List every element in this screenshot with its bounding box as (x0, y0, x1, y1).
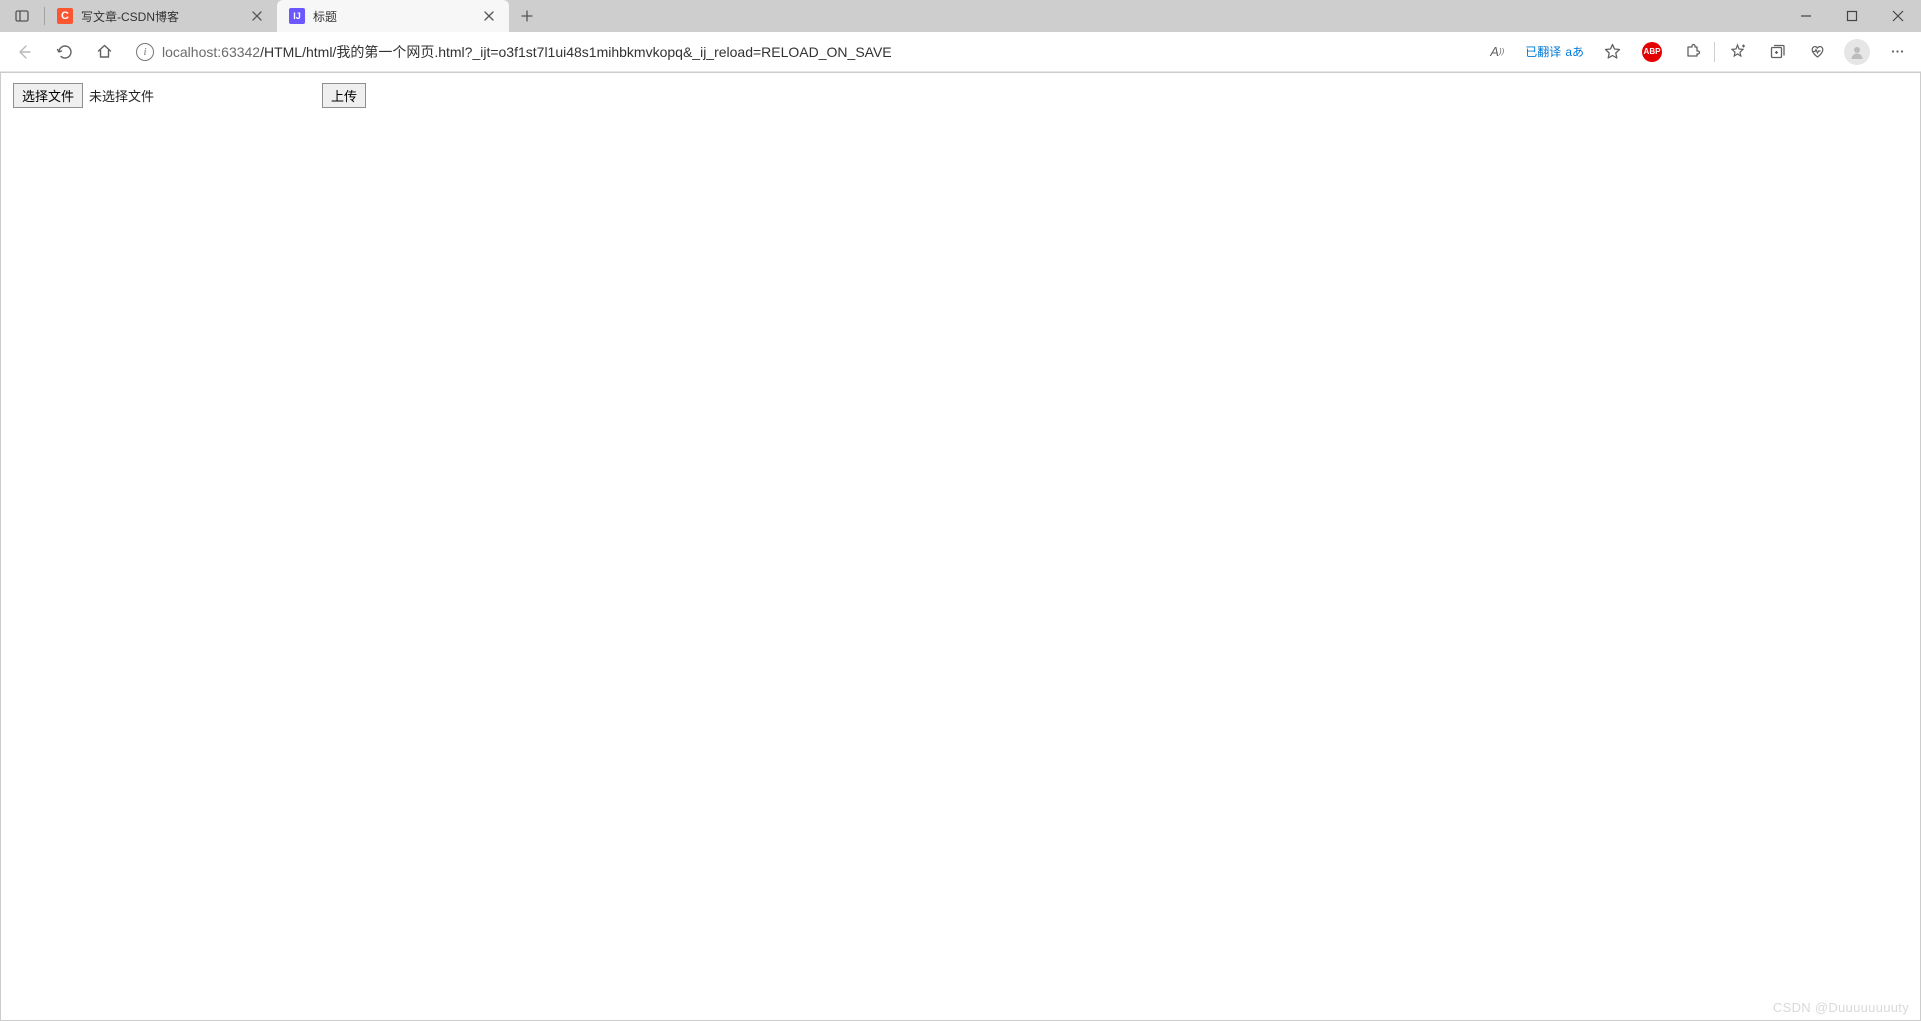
page-viewport: 选择文件 未选择文件 上传 (0, 72, 1921, 1021)
toolbar-right: A)) 已翻译 aあ ABP (1479, 36, 1915, 68)
star-plus-icon (1729, 43, 1746, 60)
more-button[interactable] (1879, 36, 1915, 68)
site-info-icon[interactable]: i (136, 43, 154, 61)
translate-badge[interactable]: 已翻译 aあ (1519, 43, 1590, 60)
tab-actions-icon (14, 8, 30, 24)
minimize-icon (1800, 10, 1812, 22)
tab-title: 写文章-CSDN博客 (81, 8, 179, 25)
home-button[interactable] (86, 36, 122, 68)
browser-titlebar: C 写文章-CSDN博客 IJ 标题 (0, 0, 1921, 32)
more-icon (1889, 43, 1906, 60)
tab-close-button[interactable] (249, 8, 265, 24)
url-port: :63342 (217, 44, 260, 60)
profile-button[interactable] (1839, 36, 1875, 68)
window-minimize-button[interactable] (1783, 0, 1829, 32)
refresh-button[interactable] (46, 36, 82, 68)
url-path: /HTML/html/我的第一个网页.html?_ijt=o3f1st7l1ui… (260, 44, 892, 60)
performance-button[interactable] (1799, 36, 1835, 68)
file-status-label: 未选择文件 (89, 86, 154, 105)
back-button[interactable] (6, 36, 42, 68)
toolbar-separator (1714, 42, 1715, 62)
favorites-bar-button[interactable] (1719, 36, 1755, 68)
tab-current[interactable]: IJ 标题 (277, 0, 509, 32)
address-bar[interactable]: i localhost:63342/HTML/html/我的第一个网页.html… (126, 37, 1469, 67)
translate-glyph-icon: aあ (1565, 43, 1584, 60)
translate-label: 已翻译 (1525, 43, 1561, 60)
url-text: localhost:63342/HTML/html/我的第一个网页.html?_… (162, 42, 892, 62)
abp-icon: ABP (1642, 42, 1662, 62)
collections-icon (1769, 43, 1786, 60)
choose-file-button[interactable]: 选择文件 (13, 83, 83, 108)
window-controls (1783, 0, 1921, 32)
plus-icon (521, 10, 533, 22)
avatar-icon (1844, 39, 1870, 65)
refresh-icon (56, 43, 73, 60)
browser-toolbar: i localhost:63342/HTML/html/我的第一个网页.html… (0, 32, 1921, 72)
star-icon (1604, 43, 1621, 60)
url-host: localhost (162, 44, 217, 60)
close-icon (252, 11, 262, 21)
abp-button[interactable]: ABP (1634, 36, 1670, 68)
collections-button[interactable] (1759, 36, 1795, 68)
extensions-button[interactable] (1674, 36, 1710, 68)
home-icon (96, 43, 113, 60)
window-maximize-button[interactable] (1829, 0, 1875, 32)
tab-close-button[interactable] (481, 8, 497, 24)
read-aloud-button[interactable]: A)) (1479, 36, 1515, 68)
page-body: 选择文件 未选择文件 上传 (1, 73, 1920, 118)
tab-title: 标题 (313, 8, 337, 25)
puzzle-icon (1684, 43, 1701, 60)
window-close-button[interactable] (1875, 0, 1921, 32)
close-icon (484, 11, 494, 21)
heartbeat-icon (1809, 43, 1826, 60)
close-icon (1892, 10, 1904, 22)
new-tab-button[interactable] (509, 0, 545, 32)
arrow-left-icon (15, 43, 33, 61)
favicon-csdn-icon: C (57, 8, 73, 24)
favicon-intellij-icon: IJ (289, 8, 305, 24)
tab-csdn[interactable]: C 写文章-CSDN博客 (45, 0, 277, 32)
maximize-icon (1846, 10, 1858, 22)
favorite-button[interactable] (1594, 36, 1630, 68)
upload-button[interactable]: 上传 (322, 83, 366, 108)
tab-actions-button[interactable] (0, 0, 44, 32)
watermark: CSDN @Duuuuuuuuty (1773, 1000, 1909, 1015)
